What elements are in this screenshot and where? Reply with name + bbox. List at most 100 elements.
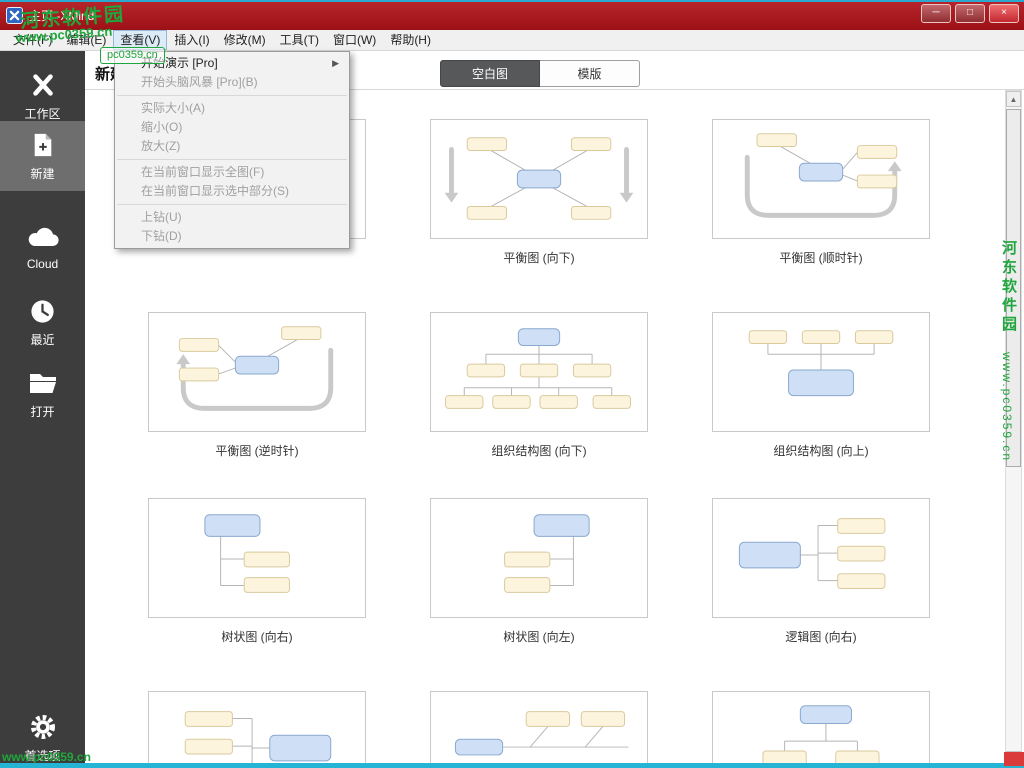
- template-card[interactable]: [712, 119, 930, 239]
- template-card[interactable]: [148, 691, 366, 768]
- topic-box: [789, 370, 854, 396]
- template-card[interactable]: [712, 312, 930, 432]
- topic-box: [838, 519, 885, 534]
- template-preview: [149, 313, 365, 431]
- topic-box: [518, 329, 559, 346]
- topic-box: [534, 515, 589, 537]
- watermark-site-name-vertical: 河东软件园: [998, 240, 1019, 335]
- template-preview: [149, 499, 365, 617]
- template-card[interactable]: [430, 312, 648, 432]
- view-menu-item[interactable]: 上钻(U): [115, 208, 349, 227]
- template-preview: [431, 692, 647, 768]
- menu-separator: [117, 95, 347, 96]
- minimize-button[interactable]: ─: [921, 4, 951, 23]
- sidebar-item-new[interactable]: 新建: [0, 121, 85, 191]
- workspace-icon: [0, 69, 85, 101]
- sidebar-item-cloud[interactable]: Cloud: [0, 213, 85, 283]
- topic-box: [505, 552, 550, 567]
- menubar-item[interactable]: 帮助(H): [383, 30, 438, 50]
- sidebar: 工作区新建Cloud最近打开首选项: [0, 51, 85, 768]
- tab-blank[interactable]: 空白图: [440, 60, 540, 87]
- topic-box: [520, 364, 557, 377]
- preview-line: [781, 147, 811, 164]
- xmind-window: 主页 -XMind ─ □ × 文件(F)编辑(E)查看(V)插入(I)修改(M…: [0, 0, 1024, 768]
- sidebar-item-label: 最近: [0, 331, 85, 348]
- watermark-badge: pc0359.cn: [100, 47, 165, 64]
- topic-box: [467, 207, 506, 220]
- topic-box: [799, 163, 842, 181]
- template-caption: 组织结构图 (向下): [430, 442, 648, 459]
- topic-box: [526, 712, 569, 727]
- preview-line: [843, 152, 858, 169]
- template-caption: 树状图 (向右): [148, 628, 366, 645]
- template-card[interactable]: [148, 498, 366, 618]
- watermark-url-vertical: www.pc0359.cn: [1000, 352, 1014, 462]
- menubar-item[interactable]: 工具(T): [273, 30, 326, 50]
- template-preview: [431, 313, 647, 431]
- view-menu-item[interactable]: 开始头脑风暴 [Pro](B): [115, 73, 349, 92]
- topic-box: [235, 356, 278, 374]
- preview-line: [553, 150, 587, 170]
- template-card[interactable]: [712, 498, 930, 618]
- maximize-button[interactable]: □: [955, 4, 985, 23]
- clock-icon: [0, 295, 85, 327]
- topic-box: [244, 578, 289, 593]
- template-card[interactable]: [712, 691, 930, 768]
- template-preview: [431, 499, 647, 617]
- template-preview: [713, 499, 929, 617]
- template-card[interactable]: [430, 691, 648, 768]
- template-preview: [713, 313, 929, 431]
- template-caption: 逻辑图 (向右): [712, 628, 930, 645]
- menubar-item[interactable]: 窗口(W): [326, 30, 383, 50]
- topic-box: [505, 578, 550, 593]
- topic-box: [205, 515, 260, 537]
- topic-box: [857, 175, 896, 188]
- view-menu-item[interactable]: 下钻(D): [115, 227, 349, 246]
- sidebar-item-label: 打开: [0, 403, 85, 420]
- preview-line: [491, 150, 525, 170]
- watermark-url-bottom: www.pc0359.cn: [2, 750, 91, 764]
- preview-line: [219, 345, 236, 362]
- folder-icon: [0, 367, 85, 399]
- preview-arrowhead-icon: [620, 193, 634, 203]
- menubar-item[interactable]: 插入(I): [167, 30, 216, 50]
- view-menu-item[interactable]: 缩小(O): [115, 118, 349, 137]
- topic-box: [802, 331, 839, 344]
- view-menu-item[interactable]: 在当前窗口显示选中部分(S): [115, 182, 349, 201]
- preview-arrowhead-icon: [445, 193, 459, 203]
- topic-box: [282, 327, 321, 340]
- topic-box: [800, 706, 851, 724]
- template-card[interactable]: [430, 498, 648, 618]
- topic-box: [185, 739, 232, 754]
- topic-box: [593, 396, 630, 409]
- view-menu-item[interactable]: 在当前窗口显示全图(F): [115, 163, 349, 182]
- sidebar-item-recent[interactable]: 最近: [0, 287, 85, 357]
- template-preview: [149, 692, 365, 768]
- view-menu-item[interactable]: 实际大小(A): [115, 99, 349, 118]
- topic-box: [244, 552, 289, 567]
- scroll-up-icon[interactable]: ▲: [1006, 91, 1021, 107]
- topic-box: [573, 364, 610, 377]
- topic-box: [739, 542, 800, 568]
- template-card[interactable]: [148, 312, 366, 432]
- topic-box: [749, 331, 786, 344]
- view-menu-item[interactable]: 放大(Z): [115, 137, 349, 156]
- template-card[interactable]: [430, 119, 648, 239]
- topic-box: [446, 396, 483, 409]
- preview-line: [585, 726, 603, 747]
- template-preview: [713, 692, 929, 768]
- template-caption: 平衡图 (顺时针): [712, 249, 930, 266]
- sidebar-item-open[interactable]: 打开: [0, 359, 85, 429]
- menubar-item[interactable]: 修改(M): [217, 30, 273, 50]
- topic-box: [540, 396, 577, 409]
- topic-box: [838, 574, 885, 589]
- topic-box: [185, 712, 232, 727]
- tab-template[interactable]: 模版: [540, 60, 640, 87]
- new-file-icon: [0, 129, 85, 161]
- close-button[interactable]: ×: [989, 4, 1019, 23]
- topic-box: [571, 207, 610, 220]
- topic-box: [455, 739, 502, 755]
- topic-box: [467, 364, 504, 377]
- sidebar-item-label: Cloud: [0, 257, 85, 271]
- preview-line: [219, 368, 236, 374]
